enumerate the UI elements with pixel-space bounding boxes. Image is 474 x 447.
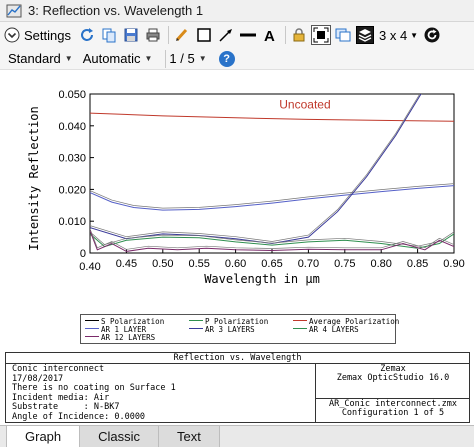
chevron-down-icon: ▼ [198,54,207,63]
legend-item: AR 4 LAYERS [293,325,359,334]
tab-text[interactable]: Text [159,426,220,447]
tab-graph[interactable]: Graph [6,426,81,447]
line-icon [239,33,256,37]
chart-window-icon [6,4,22,17]
rectangle-icon [197,28,211,42]
automatic-dropdown-label: Automatic [82,51,141,66]
y-tick-label: 0.050 [58,89,86,101]
printer-icon [146,28,160,42]
tab-classic[interactable]: Classic [80,426,160,447]
chart-legend: S Polarization P Polarization Average Pola… [80,314,399,344]
toolbar-separator [165,49,167,68]
window-title: 3: Reflection vs. Wavelength 1 [28,3,204,18]
toolbar-separator [167,26,169,44]
legend-swatch [293,328,307,335]
plot-frame [89,93,455,254]
line-button[interactable] [238,25,258,45]
pencil-button[interactable] [172,25,192,45]
arrow-button[interactable] [216,25,236,45]
text-a-icon: A [264,28,275,43]
fit-button[interactable] [310,25,331,45]
layers-icon [355,26,374,44]
help-icon[interactable]: ? [218,50,235,67]
main-toolbar: Settings A 3 x 4 ▼ [0,22,474,48]
info-details: Conic interconnect 17/08/2017 There is n… [12,364,176,422]
crosshair-fit-icon [313,27,329,43]
layout-selector[interactable]: 3 x 4 [379,28,407,43]
legend-item: AR 12 LAYERS [85,333,155,342]
chevron-down-icon: ▼ [144,54,153,63]
arrow-icon [219,29,232,42]
refresh-icon [81,28,93,41]
y-tick-label: 0.020 [58,184,86,196]
windows-button[interactable] [333,25,353,45]
chevron-down-circle-icon [4,27,20,43]
layout-caret-icon[interactable]: ▼ [410,31,418,40]
page-dropdown-label: 1 / 5 [169,51,195,66]
legend-swatch [189,328,203,335]
x-tick-label: 0.90 [443,258,464,270]
standard-dropdown[interactable]: Standard ▼ [8,51,73,66]
save-button[interactable] [121,25,141,45]
y-tick-label: 0.040 [58,121,86,133]
x-tick-label: 0.65 [261,258,282,270]
reflection-chart: 0 0.010 0.020 0.030 0.040 0.050 0.40 0.45 0.50 0.… [27,89,465,286]
x-tick-label: 0.45 [116,258,137,270]
legend-label: AR 4 LAYERS [309,325,359,334]
y-tick-label: 0.010 [58,216,86,228]
secondary-toolbar: Standard ▼ Automatic ▼ 1 / 5 ▼ ? [0,48,474,70]
windows-icon [335,28,351,42]
info-title: Reflection vs. Wavelength [6,353,469,364]
legend-label: AR 12 LAYERS [101,333,156,342]
y-axis-label: Intensity Reflection [27,106,41,251]
x-tick-label: 0.70 [298,258,319,270]
x-tick-label: 0.40 [79,261,100,273]
info-software: Zemax OpticStudio 16.0 [336,373,450,383]
chart-area: 0 0.010 0.020 0.030 0.040 0.050 0.40 0.45 0.50 0.… [0,71,474,351]
save-icon [124,28,138,42]
uncoated-annotation: Uncoated [279,97,330,111]
settings-label: Settings [24,27,71,43]
x-tick-label: 0.85 [407,258,428,270]
x-tick-label: 0.75 [334,258,355,270]
settings-button[interactable]: Settings [4,27,71,43]
x-tick-label: 0.80 [370,258,391,270]
x-axis-label: Wavelength in µm [204,272,320,286]
info-right-panel: Zemax Zemax OpticStudio 16.0 AR_Conic in… [315,364,470,423]
standard-dropdown-label: Standard [8,51,61,66]
x-tick-label: 0.60 [225,258,246,270]
view-tabs: Graph Classic Text [0,425,474,447]
info-configuration: Configuration 1 of 5 [341,408,445,418]
autoupdate-button[interactable] [422,25,442,45]
x-tick-label: 0.50 [152,258,173,270]
page-dropdown[interactable]: 1 / 5 ▼ [169,51,206,66]
window-titlebar: 3: Reflection vs. Wavelength 1 [0,0,474,22]
y-tick-label: 0 [80,248,86,260]
layers-button[interactable] [355,25,375,45]
legend-swatch [85,336,99,343]
legend-item: AR 3 LAYERS [189,325,255,334]
refresh-button[interactable] [77,25,97,45]
pencil-icon [175,28,188,42]
legend-label: AR 3 LAYERS [205,325,255,334]
text-button[interactable]: A [260,25,280,45]
print-button[interactable] [143,25,163,45]
y-tick-label: 0.030 [58,153,86,165]
x-tick-label: 0.55 [188,258,209,270]
circular-arrow-icon [424,27,440,43]
chevron-down-icon: ▼ [64,54,73,63]
copy-icon [102,28,116,43]
toolbar-separator [284,26,286,44]
info-box: Reflection vs. Wavelength Conic intercon… [5,352,470,423]
lock-icon [293,28,305,42]
rectangle-button[interactable] [194,25,214,45]
svg-text:A: A [264,28,275,43]
copy-button[interactable] [99,25,119,45]
lock-button[interactable] [289,25,309,45]
automatic-dropdown[interactable]: Automatic ▼ [83,51,153,66]
